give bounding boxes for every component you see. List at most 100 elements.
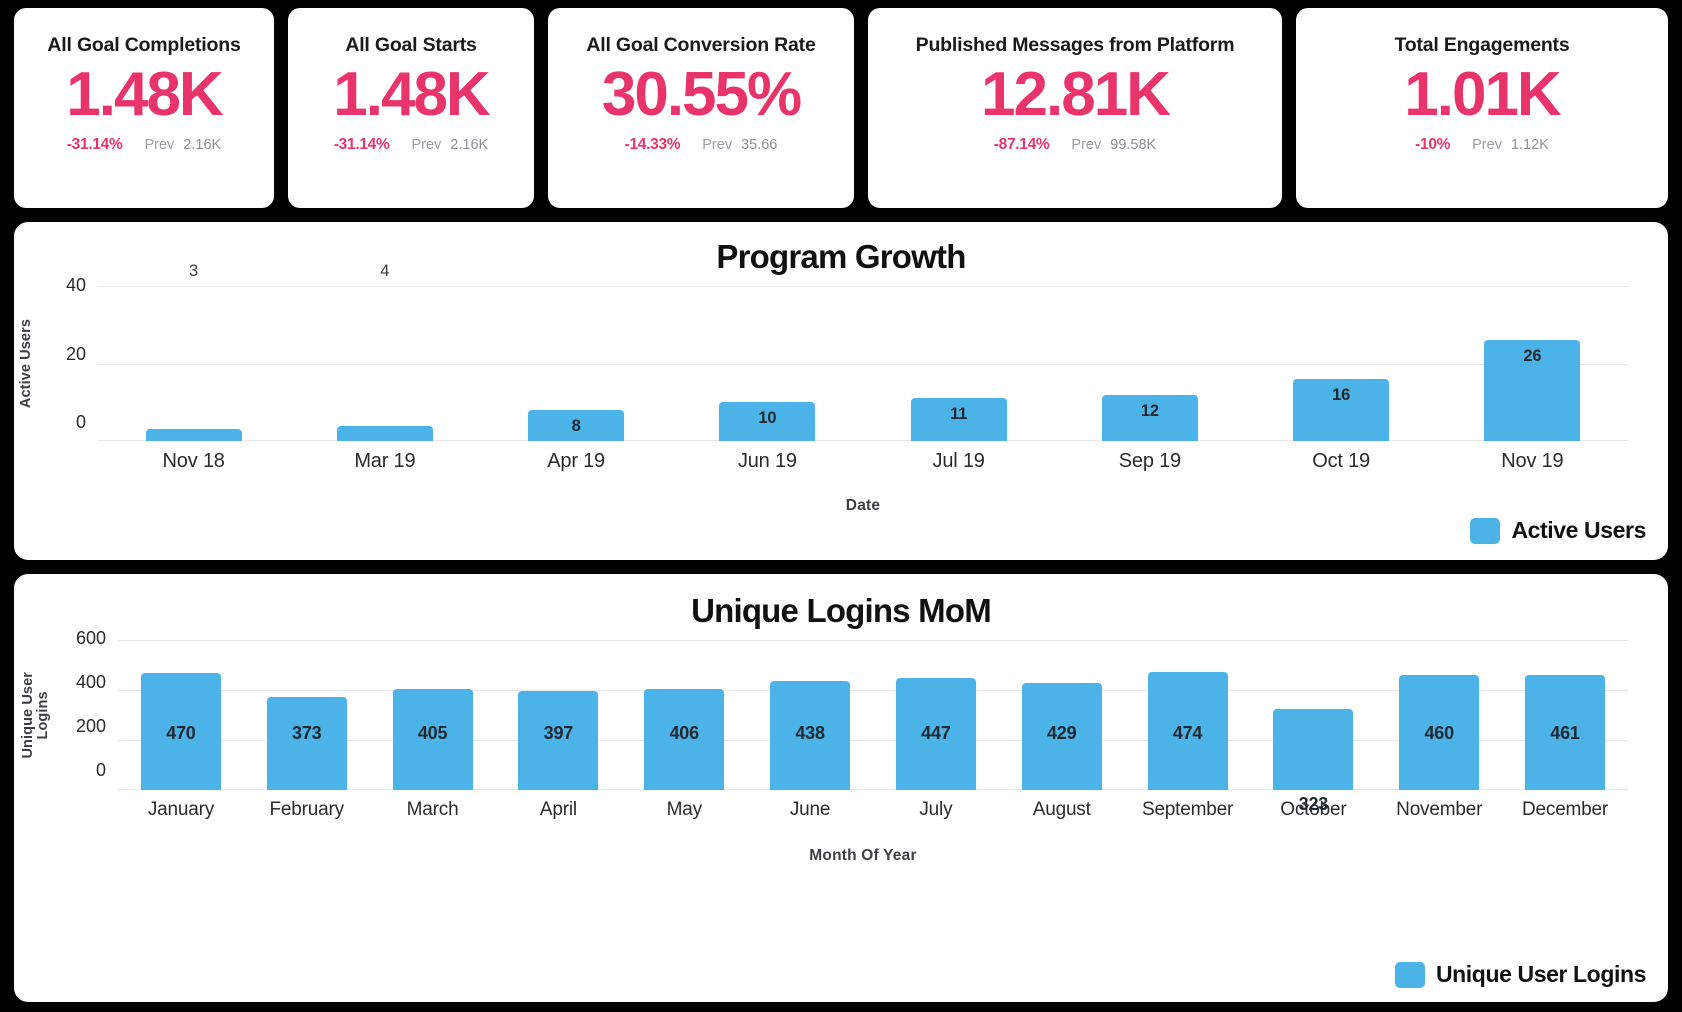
bar-slot[interactable]: 461	[1502, 640, 1628, 790]
bar[interactable]: 16	[1293, 379, 1390, 441]
bar[interactable]: 438	[770, 680, 851, 790]
bar-slot[interactable]: 373	[244, 640, 370, 790]
bar-slot[interactable]: 470	[118, 640, 244, 790]
chart-panel-unique-logins-mom: Unique Logins MoM Unique User Logins 600…	[14, 574, 1668, 1002]
kpi-card-published-messages-from-platform[interactable]: Published Messages from Platform 12.81K …	[868, 8, 1282, 208]
y-axis-title-container: Active Users	[14, 286, 40, 441]
bar-series-active-users: 3 4 8 10 11 12 16 26	[98, 262, 1628, 441]
bar[interactable]: 12	[1101, 394, 1198, 441]
bar[interactable]: 397	[518, 690, 599, 790]
dashboard-root: All Goal Completions 1.48K -31.14% Prev …	[0, 0, 1682, 1012]
bar[interactable]: 323	[1273, 709, 1354, 814]
chart-legend[interactable]: Unique User Logins	[1394, 961, 1646, 988]
bar[interactable]: 10	[719, 402, 816, 441]
x-tick-label: August	[1032, 799, 1091, 820]
plot-area: 3 4 8 10 11 12 16 26	[98, 262, 1628, 441]
bar-value-label: 4	[380, 262, 390, 280]
bar[interactable]: 447	[895, 678, 976, 790]
y-tick: 20	[65, 343, 86, 364]
y-axis-title: Active Users	[18, 318, 35, 409]
bar[interactable]: 474	[1147, 671, 1228, 790]
bar-value-label: 397	[543, 723, 574, 743]
bar-slot[interactable]: 474	[1125, 640, 1251, 790]
bar-slot[interactable]: 460	[1376, 640, 1502, 790]
bar[interactable]: 470	[140, 672, 221, 790]
bar-value-label: 429	[1046, 723, 1077, 743]
kpi-title: All Goal Starts	[345, 34, 477, 56]
kpi-prev-label: Prev	[144, 137, 175, 154]
kpi-card-total-engagements[interactable]: Total Engagements 1.01K -10% Prev 1.12K	[1296, 8, 1668, 208]
bar-slot[interactable]: 10	[672, 286, 863, 441]
bar-value-label: 447	[921, 723, 951, 743]
bar-slot[interactable]: 397	[495, 640, 621, 790]
bar-slot[interactable]: 3	[98, 262, 289, 441]
bar-slot[interactable]: 16	[1246, 286, 1437, 441]
bar-slot[interactable]: 405	[370, 640, 496, 790]
bar-value-label: 406	[669, 723, 700, 743]
bar[interactable]: 8	[528, 410, 625, 441]
kpi-prev-label: Prev	[1071, 137, 1102, 154]
y-tick: 200	[75, 716, 106, 736]
x-axis-title: Month Of Year	[809, 847, 917, 864]
y-tick: 40	[65, 275, 86, 295]
x-tick-label: Mar 19	[354, 450, 416, 472]
kpi-footer: -31.14% Prev 2.16K	[334, 136, 488, 154]
x-tick-label: Oct 19	[1312, 450, 1370, 472]
kpi-prev-label: Prev	[1472, 137, 1502, 154]
x-tick-label: September	[1141, 799, 1234, 820]
y-axis-ticks: 40 20 0	[40, 276, 98, 431]
x-axis-title: Date	[845, 497, 881, 514]
kpi-prev-value: 35.66	[741, 137, 778, 154]
bar-value-label: 26	[1523, 347, 1542, 366]
legend-swatch-icon	[1394, 961, 1425, 988]
bar[interactable]: 406	[644, 688, 725, 790]
bar[interactable]: 460	[1399, 675, 1480, 790]
x-tick-label: Jul 19	[932, 450, 985, 472]
bar-slot[interactable]: 11	[863, 286, 1054, 441]
bar-slot[interactable]: 447	[873, 640, 999, 790]
y-tick: 0	[95, 760, 106, 780]
kpi-previous: Prev 35.66	[702, 137, 777, 153]
bar[interactable]	[145, 429, 242, 441]
bar[interactable]: 26	[1484, 340, 1581, 441]
kpi-title: All Goal Completions	[47, 34, 241, 56]
y-tick: 600	[75, 628, 106, 648]
chart-legend[interactable]: Active Users	[1470, 517, 1646, 544]
x-tick-label: Nov 19	[1501, 450, 1564, 472]
x-tick-label: January	[147, 799, 215, 820]
bar-slot[interactable]: 323	[1250, 640, 1376, 814]
bar-series-unique-user-logins: 470 373 405 397 406 438 447 429 474 323 …	[118, 640, 1628, 814]
kpi-card-all-goal-completions[interactable]: All Goal Completions 1.48K -31.14% Prev …	[14, 8, 274, 208]
bar-slot[interactable]: 406	[621, 640, 747, 790]
kpi-card-all-goal-conversion-rate[interactable]: All Goal Conversion Rate 30.55% -14.33% …	[548, 8, 854, 208]
bar-slot[interactable]: 438	[747, 640, 873, 790]
bar-slot[interactable]: 26	[1437, 286, 1628, 441]
y-tick: 0	[75, 412, 86, 432]
x-tick-label: Jun 19	[737, 450, 797, 472]
bar[interactable]: 405	[392, 688, 473, 790]
kpi-card-row: All Goal Completions 1.48K -31.14% Prev …	[14, 8, 1668, 208]
kpi-previous: Prev 99.58K	[1071, 137, 1156, 153]
kpi-prev-label: Prev	[702, 137, 733, 154]
x-tick-label: June	[789, 799, 831, 820]
kpi-card-all-goal-starts[interactable]: All Goal Starts 1.48K -31.14% Prev 2.16K	[288, 8, 534, 208]
bar[interactable]	[336, 425, 433, 441]
kpi-title: Published Messages from Platform	[915, 34, 1235, 56]
bar-slot[interactable]: 8	[481, 286, 672, 441]
bar[interactable]: 429	[1021, 682, 1102, 790]
bar[interactable]: 373	[266, 696, 347, 790]
x-tick-label: Nov 18	[162, 450, 225, 472]
bar[interactable]: 461	[1525, 674, 1606, 790]
bar-slot[interactable]: 12	[1054, 286, 1245, 441]
kpi-previous: Prev 1.12K	[1472, 137, 1549, 153]
bar-slot[interactable]: 4	[289, 262, 480, 441]
bar-slot[interactable]: 429	[999, 640, 1125, 790]
program-growth-plot-wrap: Active Users 40 20 0 3 4 8 10 11 12 16 2…	[14, 262, 1668, 441]
y-axis-ticks: 600 400 200 0	[58, 629, 118, 779]
kpi-delta: -31.14%	[333, 136, 390, 154]
bar-value-label: 405	[417, 723, 448, 743]
bar-value-label: 3	[189, 262, 199, 280]
kpi-previous: Prev 2.16K	[144, 137, 221, 153]
kpi-delta: -14.33%	[624, 136, 681, 154]
bar[interactable]: 11	[910, 398, 1007, 441]
